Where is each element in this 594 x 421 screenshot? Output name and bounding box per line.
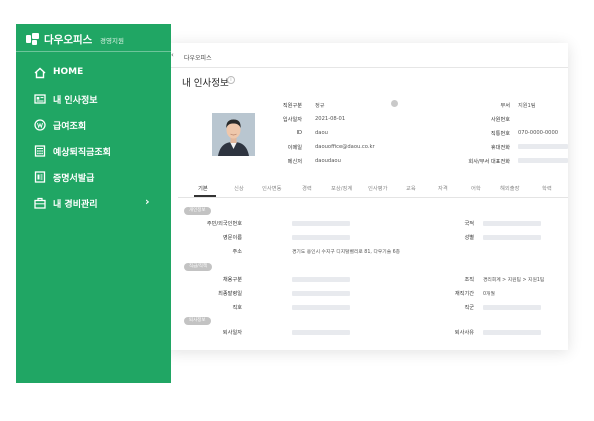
- hire-type-placeholder: [292, 277, 350, 282]
- main-window: 다우오피스 내 인사정보 i 직원구분 정규 입사일자 2021-08-01 I…: [168, 43, 568, 350]
- sidebar-item-label: 내 인사정보: [53, 96, 98, 106]
- title-placeholder: [292, 305, 350, 310]
- employee-type-label: 직원구분: [282, 103, 302, 109]
- brand-subtitle: 경영지원: [100, 37, 124, 45]
- email-value: daouoffice@daou.co.kr: [315, 144, 375, 150]
- hire-date-label: 입사일자: [282, 117, 302, 123]
- english-name-label: 영문이름: [222, 235, 242, 241]
- direct-number-label: 직통번호: [490, 131, 510, 137]
- id-card-icon: [34, 94, 46, 104]
- resignation-reason-placeholder: [483, 330, 541, 335]
- hire-date-value: 2021-08-01: [315, 116, 346, 122]
- tab-business-trip[interactable]: 해외출장: [500, 184, 520, 192]
- last-appointment-label: 최종발령일: [218, 291, 242, 297]
- tenure-label: 재직기간: [454, 291, 474, 297]
- gender-label: 성별: [464, 235, 474, 241]
- tab-personnel-change[interactable]: 인사변동: [262, 184, 282, 192]
- last-appointment-placeholder: [292, 291, 350, 296]
- organization-value: 경리회계 > 지원팀 > 지원1팀: [483, 278, 545, 283]
- briefcase-icon: [34, 197, 46, 209]
- tabs-divider: [178, 197, 568, 198]
- breadcrumb[interactable]: 다우오피스: [184, 53, 212, 62]
- employee-type-value: 정규: [315, 103, 325, 109]
- id-label: ID: [296, 130, 302, 136]
- tab-personal[interactable]: 신상: [234, 184, 244, 192]
- nationality-placeholder: [483, 221, 541, 226]
- sidebar-item-label: 증명서발급: [53, 174, 95, 184]
- title-label: 직호: [232, 305, 242, 311]
- email-label: 이메일: [287, 145, 302, 151]
- divider: [16, 51, 171, 52]
- sidebar-item-payroll[interactable]: 급여조회: [34, 118, 164, 134]
- job-group-label: 직군: [464, 305, 474, 311]
- gender-placeholder: [483, 235, 541, 240]
- sidebar-item-expenses[interactable]: 내 경비관리 ›: [34, 195, 164, 212]
- job-group-placeholder: [483, 305, 541, 310]
- tab-basic[interactable]: 기본: [198, 184, 208, 192]
- help-icon[interactable]: i: [227, 76, 235, 84]
- gear-icon[interactable]: [391, 100, 398, 107]
- hire-type-label: 채용구분: [222, 277, 242, 283]
- brand-name[interactable]: 다우오피스: [44, 32, 92, 47]
- resignation-date-placeholder: [292, 330, 350, 335]
- mobile-label: 휴대전화: [490, 145, 510, 151]
- divider: [168, 67, 568, 68]
- sidebar-item-certificate[interactable]: 증명서발급: [34, 170, 164, 186]
- won-coin-icon: [34, 119, 46, 131]
- nationality-label: 국적: [464, 221, 474, 227]
- home-icon: [34, 67, 46, 79]
- sidebar-item-my-hr-info[interactable]: 내 인사정보: [34, 92, 164, 108]
- tab-education[interactable]: 교육: [406, 184, 416, 192]
- chevron-right-icon[interactable]: ›: [145, 195, 150, 208]
- resident-number-label: 주민/외국인번호: [206, 221, 242, 227]
- direct-number-value: 070-0000-0000: [518, 130, 559, 136]
- profile-photo: [212, 113, 255, 156]
- resignation-date-label: 퇴사일자: [222, 330, 242, 336]
- tab-license[interactable]: 자격: [438, 184, 448, 192]
- tab-reward-discipline[interactable]: 포상/징계: [331, 184, 352, 192]
- company-phone-value-placeholder: [518, 158, 568, 163]
- calculator-icon: [34, 145, 46, 157]
- collapse-arrow-icon[interactable]: ‹: [171, 51, 177, 61]
- brand-logo-icon: [26, 33, 39, 45]
- company-phone-label: 회사/부서 대표전화: [468, 159, 510, 165]
- tenure-value: 0개월: [483, 292, 495, 297]
- organization-label: 조직: [464, 277, 474, 283]
- sidebar-item-label: 급여조회: [53, 122, 87, 132]
- employee-number-label: 사원번호: [490, 117, 510, 123]
- resignation-reason-label: 퇴사사유: [454, 330, 474, 336]
- department-label: 부서: [500, 103, 510, 109]
- messenger-value: daoudaou: [315, 158, 341, 164]
- department-value: 지원1팀: [518, 103, 536, 109]
- mobile-value-placeholder: [518, 144, 568, 149]
- english-name-placeholder: [292, 235, 350, 240]
- sidebar-item-home[interactable]: HOME: [34, 66, 164, 82]
- sidebar-item-label: HOME: [53, 67, 84, 77]
- tab-career[interactable]: 경력: [302, 184, 312, 192]
- tab-academic[interactable]: 학력: [542, 184, 552, 192]
- tab-evaluation[interactable]: 인사평가: [368, 184, 388, 192]
- messenger-label: 메신저: [287, 159, 302, 165]
- active-tab-indicator: [194, 195, 216, 197]
- tab-language[interactable]: 어학: [471, 184, 481, 192]
- section-badge: 직급/직책: [184, 263, 213, 271]
- sidebar: 다우오피스 경영지원 HOME 내 인사정보 급여조회 예상퇴직금조회 증명서발…: [16, 24, 171, 383]
- section-badge: 개인정보: [184, 207, 211, 215]
- section-badge: 퇴사정보: [184, 317, 211, 325]
- sidebar-item-severance[interactable]: 예상퇴직금조회: [34, 144, 164, 160]
- sidebar-item-label: 예상퇴직금조회: [53, 148, 111, 158]
- page-title: 내 인사정보: [182, 78, 229, 89]
- id-value: daou: [315, 130, 328, 136]
- sidebar-item-label: 내 경비관리: [53, 200, 98, 210]
- resident-number-placeholder: [292, 221, 350, 226]
- certificate-icon: [34, 171, 46, 183]
- screen: 다우오피스 내 인사정보 i 직원구분 정규 입사일자 2021-08-01 I…: [0, 0, 594, 421]
- address-label: 주소: [232, 249, 242, 255]
- address-value: 경기도 용인시 수지구 디지털벨리로 81, 다우기술 6층: [292, 250, 401, 255]
